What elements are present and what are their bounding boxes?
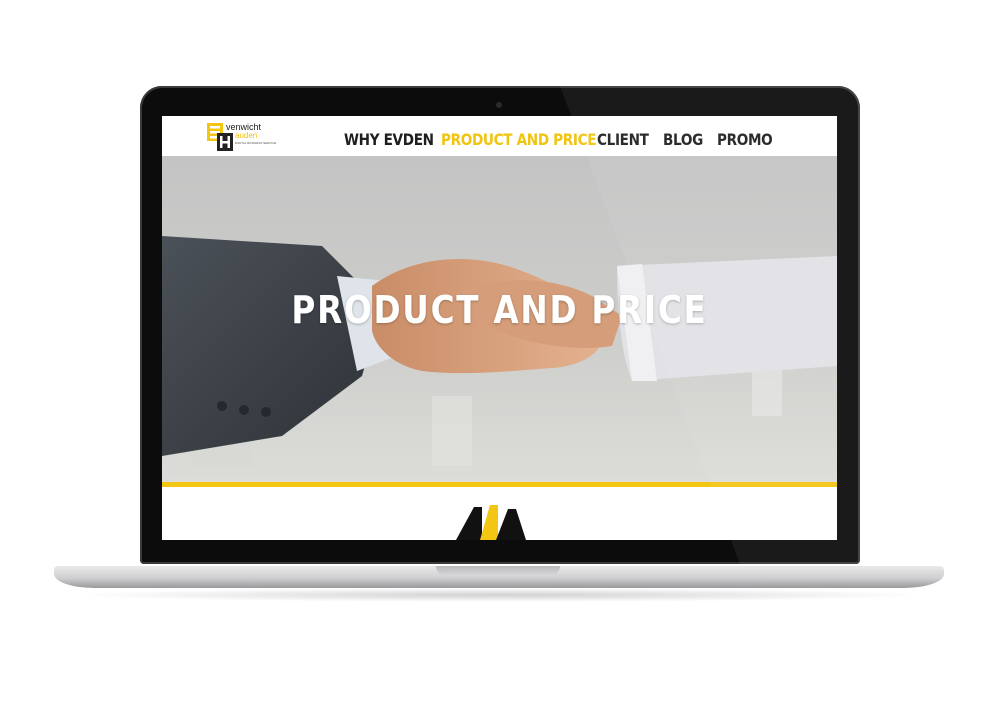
laptop-screen: venwicht auden DIGITAL BUSINESS SERVICE … bbox=[162, 116, 837, 540]
site-header: venwicht auden DIGITAL BUSINESS SERVICE … bbox=[162, 116, 837, 156]
brand-mark-icon bbox=[456, 505, 526, 540]
laptop-notch bbox=[436, 566, 560, 576]
hero-title: PRODUCT AND PRICE bbox=[291, 288, 708, 332]
site-logo[interactable]: venwicht auden DIGITAL BUSINESS SERVICE bbox=[206, 120, 286, 154]
content-section bbox=[162, 487, 837, 540]
laptop-shadow bbox=[70, 588, 930, 602]
evden-logo-icon: venwicht auden DIGITAL BUSINESS SERVICE bbox=[207, 122, 276, 151]
logo-tagline: DIGITAL BUSINESS SERVICE bbox=[235, 141, 276, 145]
nav-promo[interactable]: PROMO bbox=[717, 130, 773, 149]
nav-client[interactable]: CLIENT bbox=[597, 130, 649, 149]
nav-why-evden[interactable]: WHY EVDEN bbox=[344, 130, 434, 149]
nav-product-and-price[interactable]: PRODUCT AND PRICE bbox=[441, 130, 597, 149]
hero-banner: PRODUCT AND PRICE bbox=[162, 156, 837, 482]
nav-blog[interactable]: BLOG bbox=[663, 130, 703, 149]
logo-line2: auden bbox=[235, 131, 257, 140]
webcam bbox=[496, 102, 502, 108]
